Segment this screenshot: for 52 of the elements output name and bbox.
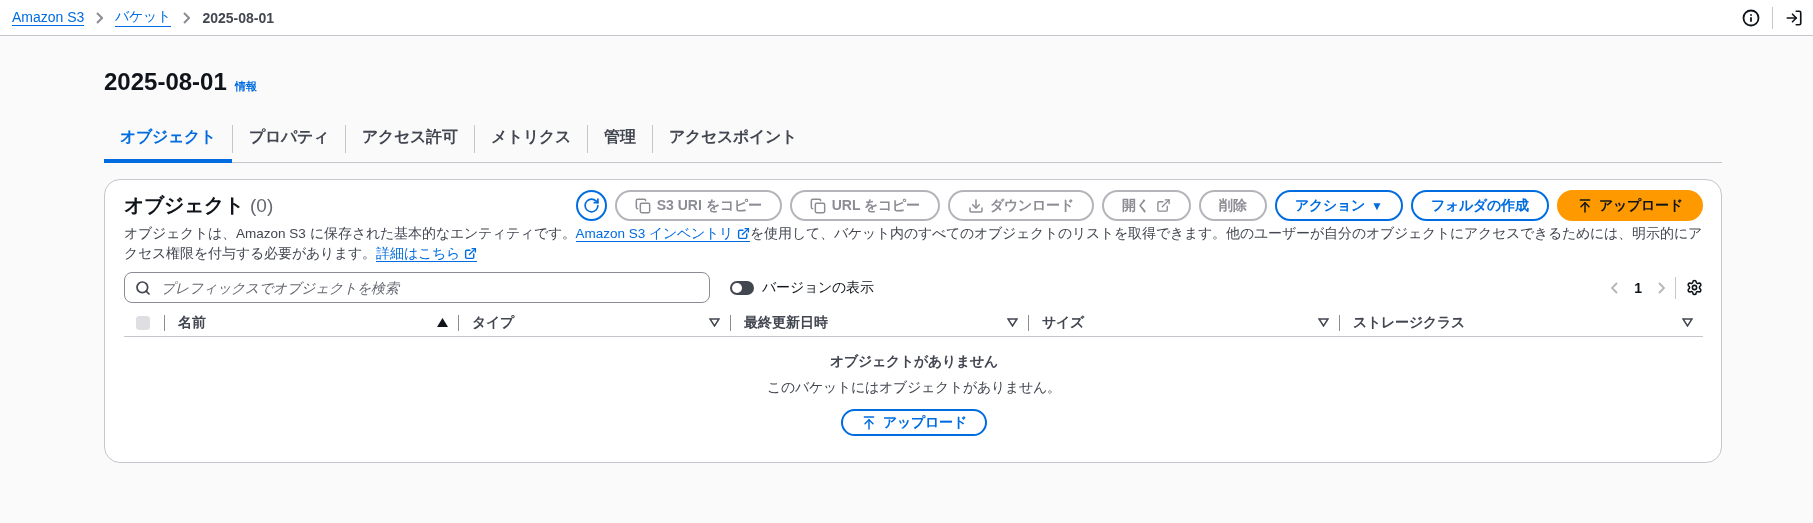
column-header: サイズ	[1042, 313, 1084, 332]
sort-icon[interactable]	[1318, 318, 1329, 327]
sort-ascending-icon[interactable]	[437, 318, 448, 327]
page-number[interactable]: 1	[1628, 279, 1648, 296]
sort-icon[interactable]	[709, 318, 720, 327]
external-link-icon	[463, 247, 477, 260]
column-header: 最終更新日時	[744, 313, 828, 332]
column-header: タイプ	[472, 313, 514, 332]
info-icon[interactable]	[1742, 8, 1760, 27]
toggle-switch[interactable]	[730, 280, 754, 295]
page-title: 2025-08-01	[104, 68, 227, 96]
external-link-icon	[1156, 198, 1172, 213]
chevron-right-icon	[96, 11, 104, 24]
refresh-icon	[582, 197, 600, 214]
download-icon	[968, 197, 985, 214]
breadcrumb-current: 2025-08-01	[202, 9, 274, 26]
upload-icon	[1577, 197, 1593, 214]
info-link[interactable]: 情報	[234, 79, 257, 94]
docs-link[interactable]: Amazon S3 インベントリ	[575, 226, 750, 242]
chevron-right-icon	[1658, 281, 1665, 294]
column-header: ストレージクラス	[1353, 313, 1465, 332]
column-header: 名前	[178, 313, 206, 332]
settings-icon[interactable]	[1686, 279, 1703, 296]
tab[interactable]: プロパティ	[233, 118, 345, 163]
chevron-left-icon	[1611, 281, 1619, 294]
action-button[interactable]: アップロード	[1557, 190, 1703, 221]
empty-state-title: オブジェクトがありません	[829, 353, 998, 371]
description-text: オブジェクトは、Amazon S3 に保存された基本的なエンティティです。Amazon S3 インベントリ を使用して、バケット内のすべてのオブジェクトのリストを取得できます。他のユーザーが自分のオブジェクトにアクセスできるためには、明示的にアクセス権限を付与する必要があります。詳細はこちら	[124, 225, 1703, 264]
refresh-button[interactable]	[575, 190, 607, 221]
empty-state-message: このバケットにはオブジェクトがありません。	[766, 379, 1061, 397]
tab[interactable]: オブジェクト	[104, 118, 232, 163]
tab[interactable]: アクセス許可	[346, 118, 474, 163]
copy-icon	[634, 197, 651, 214]
docs-link[interactable]: 詳細はこちら	[376, 246, 477, 262]
sort-icon[interactable]	[1007, 318, 1018, 327]
sort-icon[interactable]	[1682, 318, 1693, 327]
breadcrumb-link[interactable]: バケット	[115, 8, 172, 27]
upload-button[interactable]: アップロード	[840, 409, 987, 436]
external-link-icon	[736, 227, 750, 240]
section-title: オブジェクト	[124, 193, 244, 218]
tab[interactable]: アクセスポイント	[653, 118, 813, 163]
object-count: (0)	[250, 194, 274, 217]
search-icon	[135, 280, 151, 296]
chevron-right-icon	[183, 11, 191, 24]
tab[interactable]: メトリクス	[475, 118, 587, 163]
search-field[interactable]: プレフィックスでオブジェクトを検索	[124, 272, 710, 303]
action-button[interactable]: アクション ▼	[1275, 190, 1403, 221]
action-button[interactable]: フォルダの作成	[1411, 190, 1549, 221]
breadcrumb-link[interactable]: Amazon S3	[12, 9, 85, 26]
toggle-label: バージョンの表示	[762, 278, 874, 297]
copy-icon	[809, 197, 826, 214]
tab[interactable]: 管理	[588, 118, 652, 163]
